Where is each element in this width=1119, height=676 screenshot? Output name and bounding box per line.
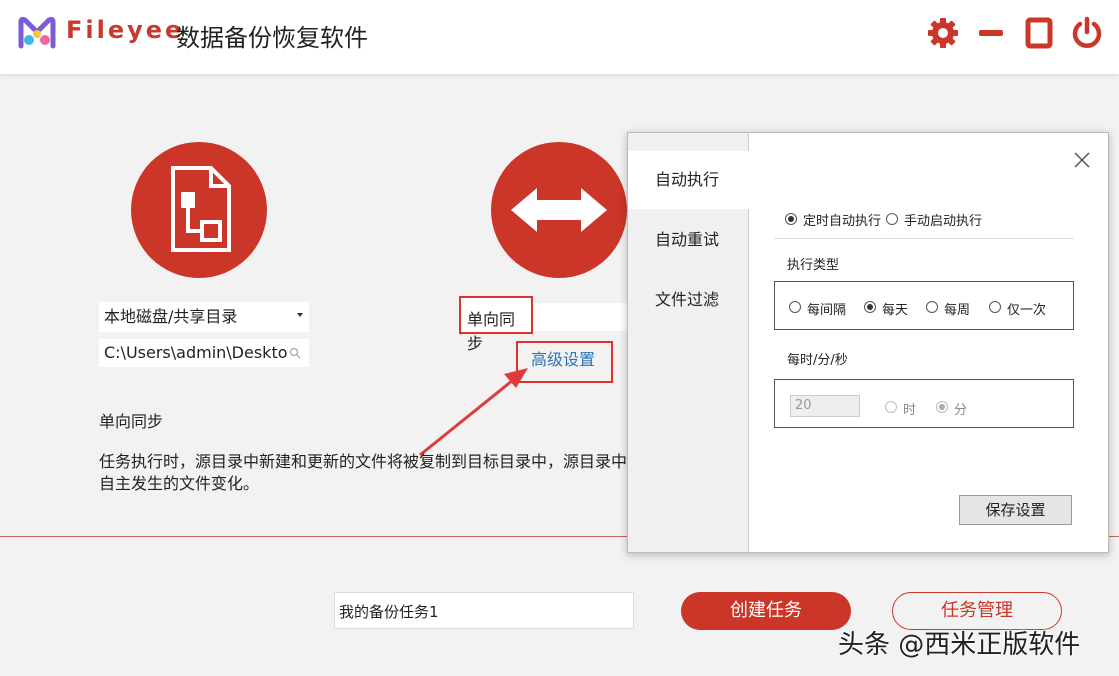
radio-timed-exec[interactable] [785,213,797,225]
once-label: 仅一次 [1007,303,1047,318]
task-name-input[interactable]: 我的备份任务1 [334,592,634,629]
dialog-sidebar: 自动执行 自动重试 文件过滤 [628,133,749,552]
manual-exec-label: 手动启动执行 [904,214,983,229]
radio-hour[interactable] [885,401,897,413]
radio-daily[interactable] [864,301,876,313]
description-text: 任务执行时，源目录中新建和更新的文件将被复制到目标目录中，源目录中自主发生的文件… [99,452,628,493]
hour-label: 时 [903,403,917,418]
time-label: 每时/分/秒 [787,353,848,368]
description-title: 单向同步 [99,412,164,431]
radio-weekly[interactable] [926,301,938,313]
radio-minute[interactable] [936,401,948,413]
advanced-settings-dialog: 自动执行 自动重试 文件过滤 定时自动执行 手动启动执行 执行类型 每间隔 每天… [627,132,1109,553]
tab-auto-retry[interactable]: 自动重试 [628,211,748,269]
create-task-button[interactable]: 创建任务 [681,592,851,630]
minute-label: 分 [954,403,968,418]
close-icon[interactable] [1073,151,1091,169]
time-value-input[interactable]: 20 [790,395,860,417]
interval-label: 每间隔 [807,303,847,318]
weekly-label: 每周 [944,303,971,318]
daily-label: 每天 [882,303,909,318]
radio-interval[interactable] [789,301,801,313]
dialog-divider [774,238,1074,239]
tab-file-filter[interactable]: 文件过滤 [628,271,748,329]
radio-once[interactable] [989,301,1001,313]
save-settings-button[interactable]: 保存设置 [959,495,1072,525]
radio-manual-exec[interactable] [886,213,898,225]
tab-auto-exec[interactable]: 自动执行 [628,151,749,209]
exec-type-label: 执行类型 [787,258,840,273]
timed-exec-label: 定时自动执行 [803,214,882,229]
watermark-text: 头条 @西米正版软件 [838,630,1081,660]
